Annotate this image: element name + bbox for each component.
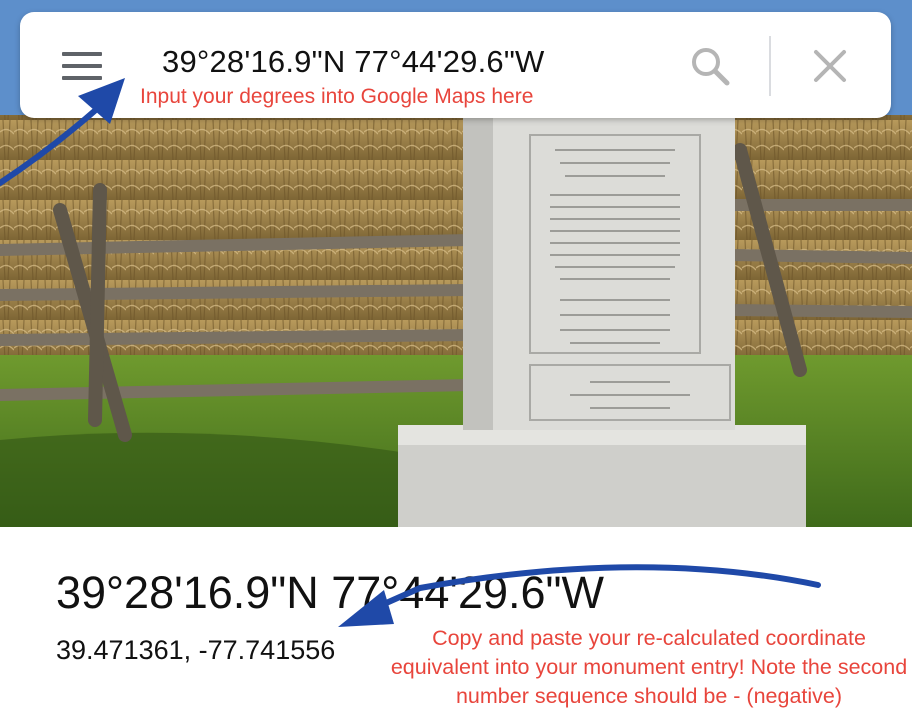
search-hint-annotation: Input your degrees into Google Maps here [140,85,534,108]
copy-hint-annotation: Copy and paste your re-calculated coordi… [390,626,908,708]
search-bar-divider [769,36,771,96]
close-icon[interactable] [810,46,850,86]
search-input[interactable]: 39°28'16.9"N 77°44'29.6"W [162,44,545,80]
coordinates-decimal[interactable]: 39.471361, -77.741556 [56,635,335,666]
coordinates-dms: 39°28'16.9"N 77°44'29.6"W [56,567,604,618]
place-details-panel: 39°28'16.9"N 77°44'29.6"W 39.471361, -77… [0,527,912,708]
search-bar: 39°28'16.9"N 77°44'29.6"W Input your deg… [20,12,891,118]
search-icon[interactable] [688,44,732,88]
hamburger-menu-icon[interactable] [62,52,104,82]
